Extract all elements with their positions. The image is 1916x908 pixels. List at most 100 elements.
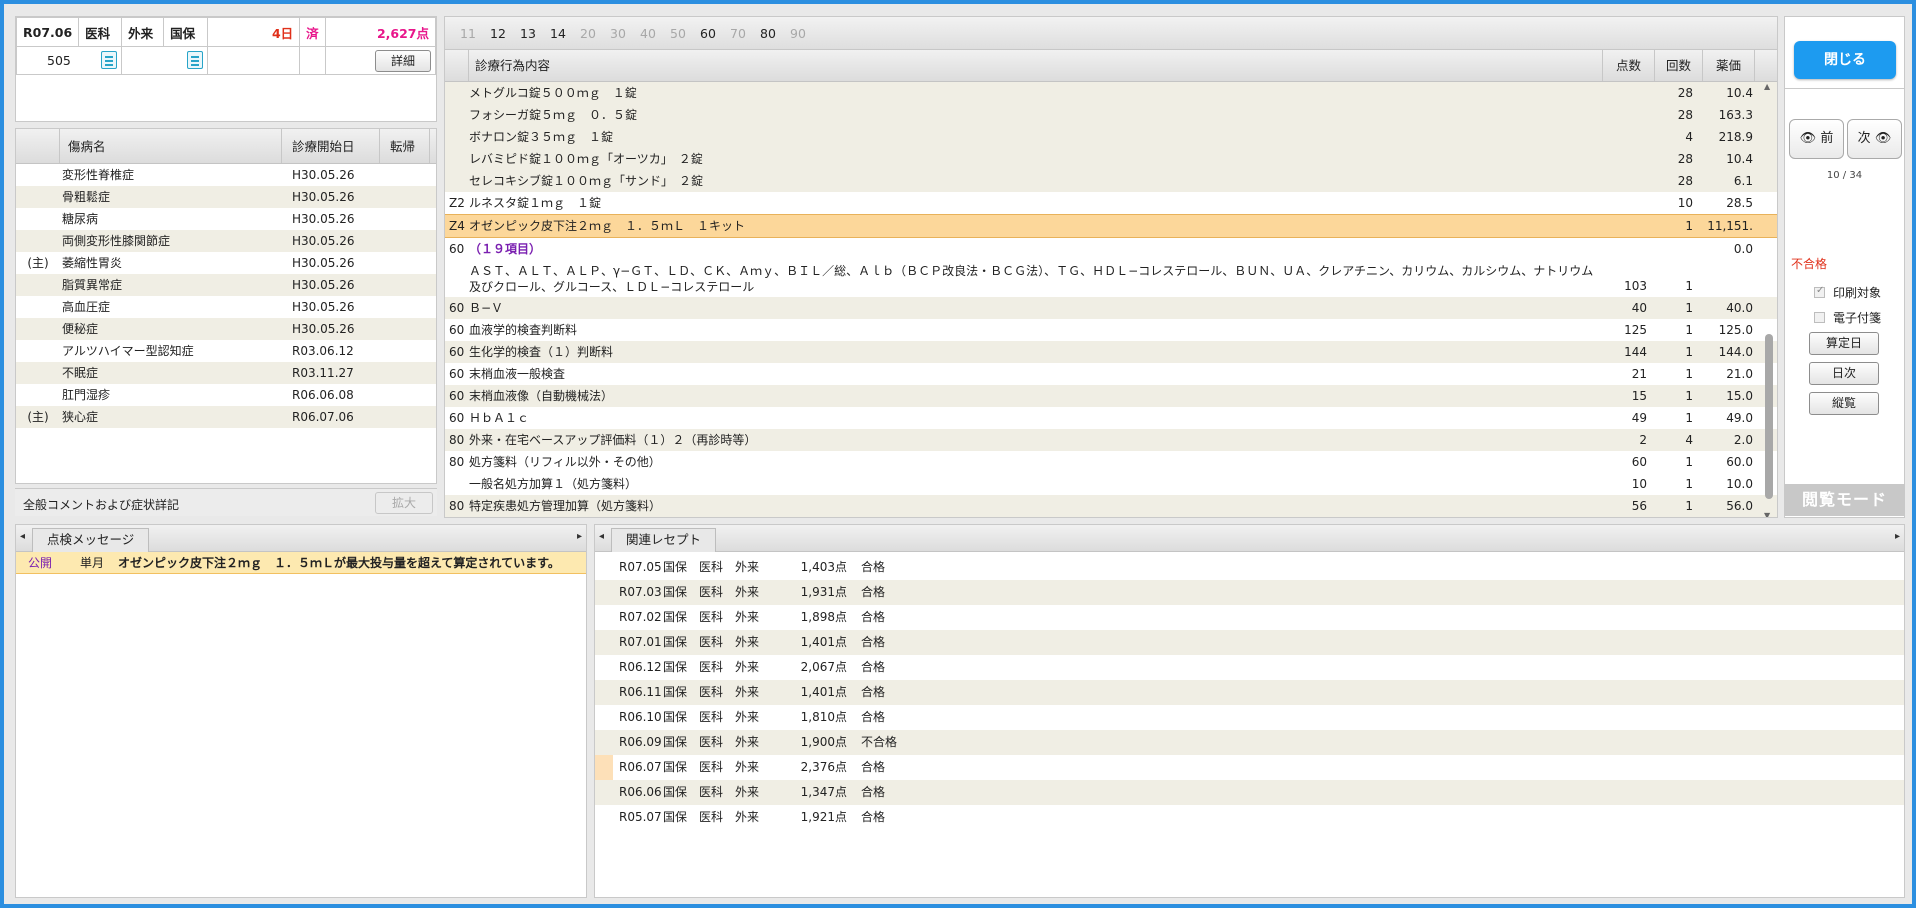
disease-row[interactable]: 肛門湿疹 R06.06.08	[16, 384, 436, 406]
col-count[interactable]: 回数	[1655, 50, 1703, 81]
treatment-row[interactable]: Z2 ルネスタ錠１ｍｇ １錠 10 28.5	[445, 192, 1777, 214]
disease-row[interactable]: 不眠症 R03.11.27	[16, 362, 436, 384]
expand-button[interactable]: 拡大	[375, 492, 433, 514]
disease-row[interactable]: 糖尿病 H30.05.26	[16, 208, 436, 230]
related-receipt-row[interactable]: R07.01 国保 医科 外来 1,401点 合格	[595, 630, 1904, 655]
tab-14[interactable]: 14	[543, 26, 573, 41]
receipt-mark	[595, 630, 613, 655]
treatment-row[interactable]: 60 （１９項目） 0.0	[445, 238, 1777, 260]
scroll-right-icon[interactable]: ▸	[1895, 531, 1900, 542]
tab-90[interactable]: 90	[783, 26, 813, 41]
related-receipt-row[interactable]: R06.11 国保 医科 外来 1,401点 合格	[595, 680, 1904, 705]
treatment-row[interactable]: 60 生化学的検査（１）判断料 144 1 144.0	[445, 341, 1777, 363]
treatment-row[interactable]: 60 末梢血液像（自動機械法） 15 1 15.0	[445, 385, 1777, 407]
scroll-right-icon[interactable]: ▸	[577, 531, 582, 542]
treatment-text: 末梢血液一般検査	[469, 363, 1603, 385]
col-start-date[interactable]: 診療開始日	[282, 129, 380, 163]
tab-70[interactable]: 70	[723, 26, 753, 41]
related-receipt-row[interactable]: R06.07 国保 医科 外来 2,376点 合格	[595, 755, 1904, 780]
scroll-left-icon[interactable]: ◂	[20, 531, 25, 542]
treatment-scrollbar[interactable]: ▲ ▼	[1763, 82, 1775, 517]
disease-row[interactable]: 便秘症 H30.05.26	[16, 318, 436, 340]
related-receipt-row[interactable]: R06.06 国保 医科 外来 1,347点 合格	[595, 780, 1904, 805]
treatment-row[interactable]: 80 処方箋料（リフィル以外・その他） 60 1 60.0	[445, 451, 1777, 473]
treatment-row[interactable]: Z4 オゼンピック皮下注２ｍｇ １．５ｍＬ １キット 1 11,151.	[445, 214, 1777, 238]
tab-80[interactable]: 80	[753, 26, 783, 41]
related-receipt-row[interactable]: R06.09 国保 医科 外来 1,900点 不合格	[595, 730, 1904, 755]
tab-13[interactable]: 13	[513, 26, 543, 41]
treatment-row[interactable]: メトグルコ錠５００ｍｇ １錠 28 10.4	[445, 82, 1777, 104]
calc-day-button[interactable]: 算定日	[1809, 332, 1879, 355]
treatment-code	[445, 473, 469, 495]
related-receipt-row[interactable]: R05.07 国保 医科 外来 1,921点 合格	[595, 805, 1904, 830]
disease-row[interactable]: 高血圧症 H30.05.26	[16, 296, 436, 318]
tab-60[interactable]: 60	[693, 26, 723, 41]
tab-20[interactable]: 20	[573, 26, 603, 41]
document-icon[interactable]	[101, 51, 118, 69]
related-receipt-row[interactable]: R07.02 国保 医科 外来 1,898点 合格	[595, 605, 1904, 630]
treatment-code: 60	[449, 242, 465, 256]
prev-button[interactable]: 👁 前	[1789, 119, 1844, 159]
checkbox-icon[interactable]	[1814, 285, 1825, 298]
document-icon[interactable]	[187, 51, 204, 69]
scroll-thumb[interactable]	[1765, 334, 1773, 499]
disease-row[interactable]: アルツハイマー型認知症 R03.06.12	[16, 340, 436, 362]
related-receipt-tab[interactable]: 関連レセプト	[611, 528, 717, 552]
treatment-row[interactable]: ボナロン錠３５ｍｇ １錠 4 218.9	[445, 126, 1777, 148]
disease-row[interactable]: 両側変形性膝関節症 H30.05.26	[16, 230, 436, 252]
treatment-row[interactable]: 60 Ｂ−Ｖ 40 1 40.0	[445, 297, 1777, 319]
tab-12[interactable]: 12	[483, 26, 513, 41]
related-receipt-row[interactable]: R07.03 国保 医科 外来 1,931点 合格	[595, 580, 1904, 605]
scroll-up-icon[interactable]: ▲	[1764, 82, 1770, 91]
treatment-row[interactable]: レバミピド錠１００ｍｇ「オーツカ」 ２錠 28 10.4	[445, 148, 1777, 170]
disease-start-date: R03.06.12	[292, 344, 354, 358]
next-button[interactable]: 次 👁	[1847, 119, 1902, 159]
col-points[interactable]: 点数	[1603, 50, 1655, 81]
disease-row[interactable]: (主) 狭心症 R06.07.06	[16, 406, 436, 428]
treatment-code: 60	[449, 367, 465, 381]
scroll-left-icon[interactable]: ◂	[599, 531, 604, 542]
day-next-button[interactable]: 日次	[1809, 362, 1879, 385]
disease-outcome	[380, 384, 430, 406]
treatment-row[interactable]: ＡＳＴ、ＡＬＴ、ＡＬＰ、γ−ＧＴ、ＬＤ、ＣＫ、Ａｍｙ、ＢＩＬ／総、Ａｌｂ（ＢＣＰ…	[445, 260, 1777, 297]
vertical-view-button[interactable]: 縦覧	[1809, 392, 1879, 415]
disease-row[interactable]: 骨粗鬆症 H30.05.26	[16, 186, 436, 208]
checkbox-icon[interactable]	[1814, 312, 1825, 323]
related-receipt-row[interactable]: R06.10 国保 医科 外来 1,810点 合格	[595, 705, 1904, 730]
disease-row[interactable]: (主) 萎縮性胃炎 H30.05.26	[16, 252, 436, 274]
related-receipt-row[interactable]: R06.12 国保 医科 外来 2,067点 合格	[595, 655, 1904, 680]
related-receipt-row[interactable]: R07.05 国保 医科 外来 1,403点 合格	[595, 555, 1904, 580]
treatment-row[interactable]: 60 末梢血液一般検査 21 1 21.0	[445, 363, 1777, 385]
treatment-row[interactable]: 80 特定疾患処方管理加算（処方箋料） 56 1 56.0	[445, 495, 1777, 517]
treatment-row[interactable]: 60 血液学的検査判断料 125 1 125.0	[445, 319, 1777, 341]
detail-button[interactable]: 詳細	[375, 49, 431, 72]
treatment-row[interactable]: フォシーガ錠５ｍｇ ０．５錠 28 163.3	[445, 104, 1777, 126]
treatment-row[interactable]: セレコキシブ錠１００ｍｇ「サンド」 ２錠 28 6.1	[445, 170, 1777, 192]
treatment-text: （１９項目）	[469, 238, 1603, 260]
print-checkbox[interactable]: 印刷対象	[1814, 284, 1881, 301]
disease-row[interactable]: 脂質異常症 H30.05.26	[16, 274, 436, 296]
check-message-row[interactable]: 公開 単月 オゼンピック皮下注２ｍｇ １．５ｍＬが最大投与量を超えて算定されています…	[16, 552, 586, 574]
col-outcome[interactable]: 転帰	[380, 129, 430, 163]
treatment-points: 56	[1631, 499, 1647, 513]
disease-start-date: H30.05.26	[292, 190, 355, 204]
check-message-tab[interactable]: 点検メッセージ	[32, 528, 150, 552]
treatment-row[interactable]: 一般名処方加算１（処方箋料） 10 1 10.0	[445, 473, 1777, 495]
col-price[interactable]: 薬価	[1703, 50, 1755, 81]
treatment-row[interactable]: 80 外来・在宅ベースアップ評価料（１）２（再診時等） 2 4 2.0	[445, 429, 1777, 451]
tab-50[interactable]: 50	[663, 26, 693, 41]
close-button[interactable]: 閉じる	[1794, 41, 1896, 79]
tab-30[interactable]: 30	[603, 26, 633, 41]
tab-11[interactable]: 11	[453, 26, 483, 41]
receipt-date: R07.05	[619, 560, 662, 574]
receipt-mark	[595, 555, 613, 580]
e-tag-checkbox[interactable]: 電子付箋	[1814, 309, 1881, 326]
col-disease-name[interactable]: 傷病名	[60, 129, 282, 163]
tab-40[interactable]: 40	[633, 26, 663, 41]
treatment-row[interactable]: 60 ＨｂＡ１ｃ 49 1 49.0	[445, 407, 1777, 429]
disease-start-date: H30.05.26	[292, 300, 355, 314]
scroll-down-icon[interactable]: ▼	[1764, 511, 1770, 517]
col-content[interactable]: 診療行為内容	[469, 50, 1603, 81]
related-receipt-list: R07.05 国保 医科 外来 1,403点 合格 R07.03 国保 医科 外来 1,931点 合格…	[595, 552, 1904, 830]
disease-row[interactable]: 変形性脊椎症 H30.05.26	[16, 164, 436, 186]
